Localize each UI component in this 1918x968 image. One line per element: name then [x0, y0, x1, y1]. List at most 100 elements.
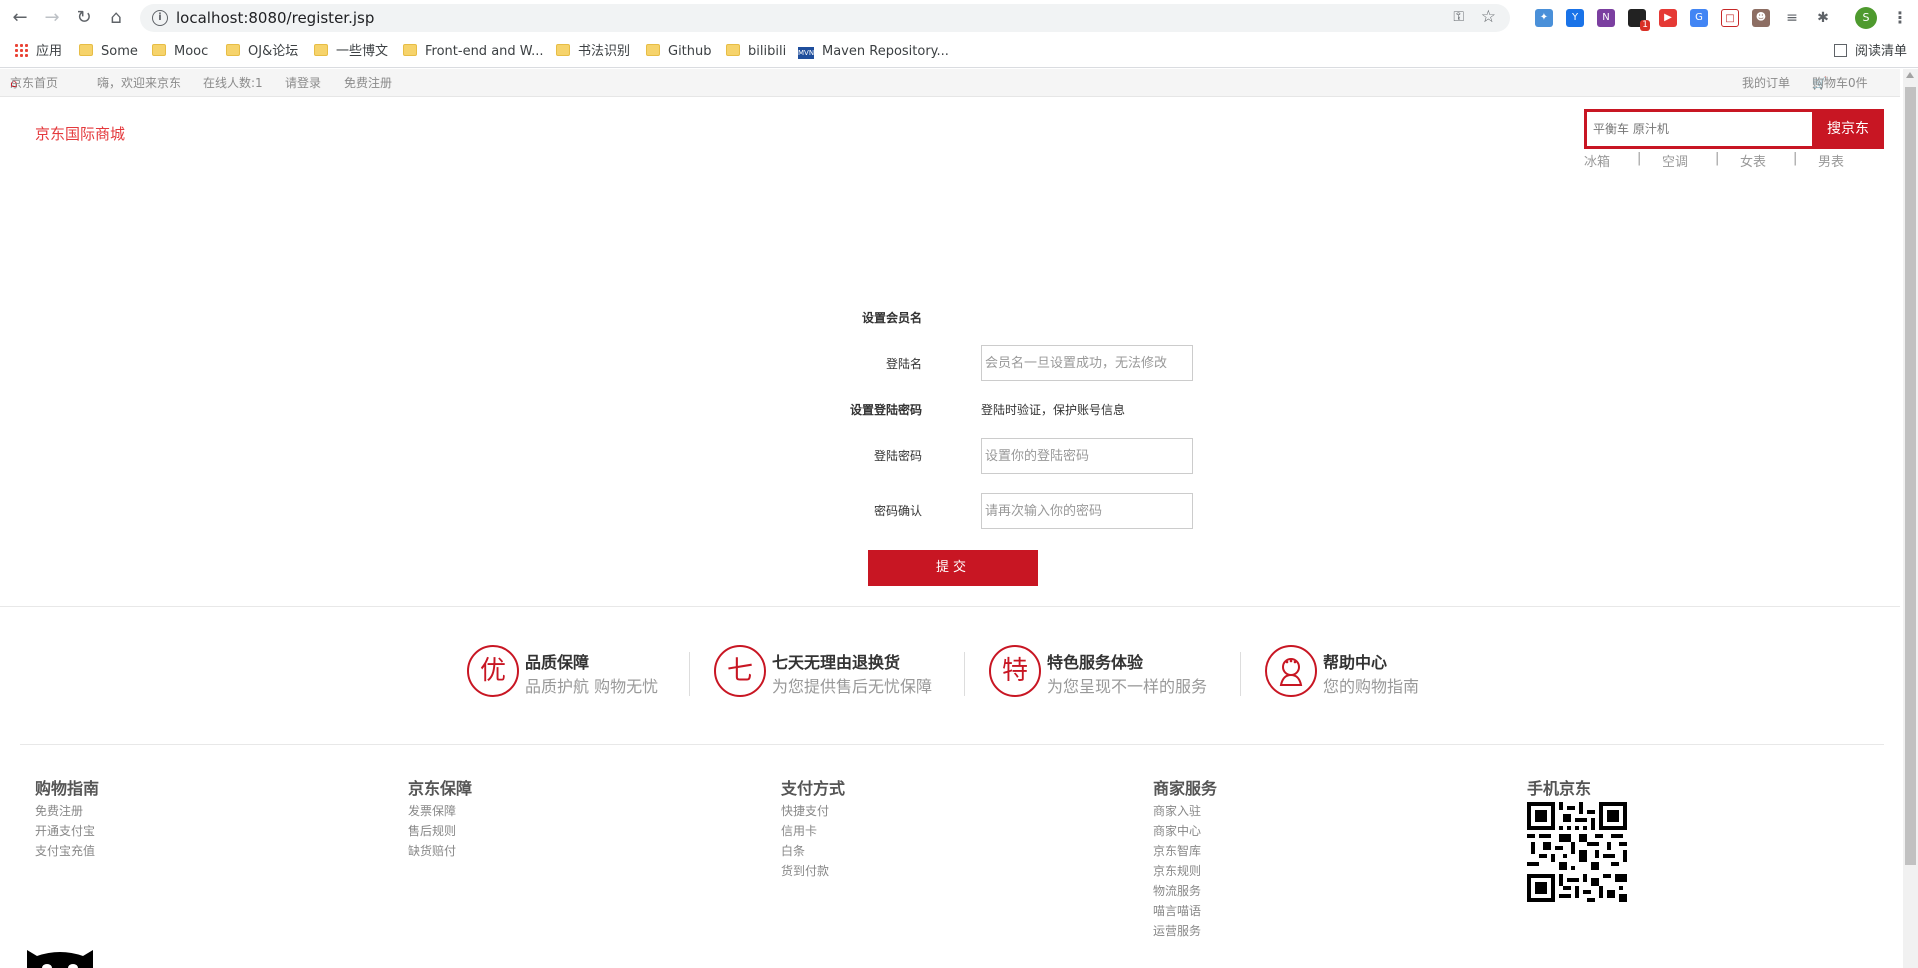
footer-col-title: 京东保障	[408, 779, 473, 798]
footer-link[interactable]: 商家中心	[1153, 821, 1353, 841]
promise-subtitle: 为您提供售后无忧保障	[772, 677, 933, 696]
topbar-orders-link[interactable]: 我的订单	[1742, 69, 1790, 97]
extension-sliders-icon[interactable]: ≡	[1783, 9, 1801, 27]
page-scrollbar[interactable]	[1903, 69, 1918, 968]
footer-link[interactable]: 商家入驻	[1153, 801, 1353, 821]
bookmark-label: Github	[668, 44, 712, 59]
promise-divider	[1240, 652, 1241, 696]
password-label: 登陆密码	[873, 449, 922, 463]
topbar-login-link[interactable]: 请登录	[285, 69, 321, 97]
bookmark-some[interactable]: Some	[79, 43, 138, 61]
hotword-aircon[interactable]: 空调	[1662, 151, 1688, 170]
footer-link[interactable]: 京东智库	[1153, 841, 1353, 861]
home-icon[interactable]: ⌂	[104, 6, 128, 30]
topbar-online-count: 在线人数:1	[203, 76, 263, 90]
browser-menu-icon[interactable]: ⋮	[1892, 8, 1908, 28]
footer-link[interactable]: 缺货赔付	[408, 841, 608, 861]
section-divider	[0, 606, 1900, 607]
promise-subtitle: 您的购物指南	[1323, 677, 1420, 696]
extension-bird-icon[interactable]: ✦	[1535, 9, 1553, 27]
url-text[interactable]: localhost:8080/register.jsp	[176, 9, 374, 27]
footer-link[interactable]: 货到付款	[781, 861, 981, 881]
profile-avatar[interactable]: S	[1855, 7, 1877, 29]
footer-link[interactable]: 开通支付宝	[35, 821, 235, 841]
submit-button[interactable]: 提交	[868, 550, 1038, 586]
extensions-puzzle-icon[interactable]: ✱	[1814, 9, 1832, 27]
password-input[interactable]	[981, 438, 1193, 474]
username-label: 登陆名	[885, 357, 922, 371]
hotword-women-watch[interactable]: 女表	[1740, 151, 1766, 170]
bookmark-label: Some	[101, 44, 138, 59]
footer-link[interactable]: 快捷支付	[781, 801, 981, 821]
address-bar[interactable]: i localhost:8080/register.jsp ⚿ ☆	[140, 4, 1510, 32]
back-icon[interactable]: ←	[8, 6, 32, 30]
site-logo[interactable]: 京东国际商城	[35, 123, 125, 144]
bookmark-github[interactable]: Github	[646, 43, 712, 61]
bookmark-bilibili[interactable]: bilibili	[726, 43, 786, 61]
footer-link[interactable]: 白条	[781, 841, 981, 861]
reload-icon[interactable]: ↻	[72, 6, 96, 30]
bookmarks-bar: 应用 Some Mooc OJ&论坛 一些博文 Front-end and W.…	[0, 36, 1918, 68]
help-person-icon	[1265, 645, 1317, 697]
bookmark-calligraphy[interactable]: 书法识别	[556, 43, 630, 61]
bookmark-oj[interactable]: OJ&论坛	[226, 43, 298, 61]
footer-link[interactable]: 信用卡	[781, 821, 981, 841]
quality-badge-icon: 优	[467, 645, 519, 697]
reading-list[interactable]: 阅读清单	[1834, 43, 1907, 61]
footer-link[interactable]: 喵言喵语	[1153, 901, 1353, 921]
key-icon[interactable]: ⚿	[1453, 9, 1464, 25]
bookmark-label: Front-end and W...	[425, 44, 544, 59]
hotword-fridge[interactable]: 冰箱	[1584, 151, 1610, 170]
footer-link[interactable]: 京东规则	[1153, 861, 1353, 881]
extension-bracket-icon[interactable]: □	[1721, 9, 1739, 27]
bookmark-label: 应用	[36, 44, 63, 59]
scrollbar-thumb[interactable]	[1905, 87, 1916, 865]
apps-grid-icon	[14, 43, 28, 57]
topbar-cart-label: 购物车0件	[1812, 76, 1868, 90]
footer-col-title: 手机京东	[1527, 779, 1592, 798]
bookmark-maven[interactable]: MVN Maven Repository...	[798, 43, 949, 61]
footer-link[interactable]: 物流服务	[1153, 881, 1353, 901]
mvn-icon: MVN	[798, 47, 815, 59]
extension-translate-icon[interactable]: G	[1690, 9, 1708, 27]
bookmark-star-icon[interactable]: ☆	[1481, 7, 1496, 27]
footer-link[interactable]: 售后规则	[408, 821, 608, 841]
bookmark-blogs[interactable]: 一些博文	[314, 43, 388, 61]
promise-title: 品质保障	[525, 653, 590, 672]
confirm-password-label: 密码确认	[873, 504, 922, 518]
bookmark-apps[interactable]: 应用	[14, 43, 62, 61]
extension-y-icon[interactable]: Y	[1566, 9, 1584, 27]
bookmark-frontend[interactable]: Front-end and W...	[403, 43, 544, 61]
footer-col-merchant: 商家服务 商家入驻 商家中心 京东智库 京东规则 物流服务 喵言喵语 运营服务	[1153, 775, 1353, 941]
search-button[interactable]: 搜京东	[1812, 109, 1884, 149]
hotword-separator: |	[1637, 151, 1642, 166]
footer-link[interactable]: 免费注册	[35, 801, 235, 821]
search-input[interactable]	[1587, 112, 1817, 146]
username-input[interactable]	[981, 345, 1193, 381]
site-info-icon[interactable]: i	[152, 10, 168, 26]
promise-subtitle: 为您呈现不一样的服务	[1047, 677, 1208, 696]
folder-icon	[403, 44, 417, 56]
scroll-up-arrow-icon[interactable]	[1906, 72, 1914, 78]
extension-avatar-icon[interactable]: ☻	[1752, 9, 1770, 27]
bookmark-mooc[interactable]: Mooc	[152, 43, 208, 61]
footer-link[interactable]: 支付宝充值	[35, 841, 235, 861]
reading-list-label: 阅读清单	[1855, 44, 1908, 59]
folder-icon	[226, 44, 240, 56]
footer-link[interactable]: 运营服务	[1153, 921, 1353, 941]
confirm-password-input[interactable]	[981, 493, 1193, 529]
reading-list-icon	[1834, 44, 1847, 57]
folder-icon	[79, 44, 93, 56]
footer-col-mobile: 手机京东	[1527, 775, 1727, 801]
extension-onenote-icon[interactable]: N	[1597, 9, 1615, 27]
bookmark-label: bilibili	[748, 44, 787, 59]
special-service-badge-icon: 特	[989, 645, 1041, 697]
promise-title: 特色服务体验	[1047, 653, 1144, 672]
folder-icon	[646, 44, 660, 56]
topbar-register-link[interactable]: 免费注册	[344, 69, 392, 97]
footer-link[interactable]: 发票保障	[408, 801, 608, 821]
hotword-men-watch[interactable]: 男表	[1818, 151, 1844, 170]
extension-video-icon[interactable]: ▶	[1659, 9, 1677, 27]
extension-badge-icon[interactable]: 1	[1628, 9, 1650, 31]
forward-icon[interactable]: →	[40, 6, 64, 30]
